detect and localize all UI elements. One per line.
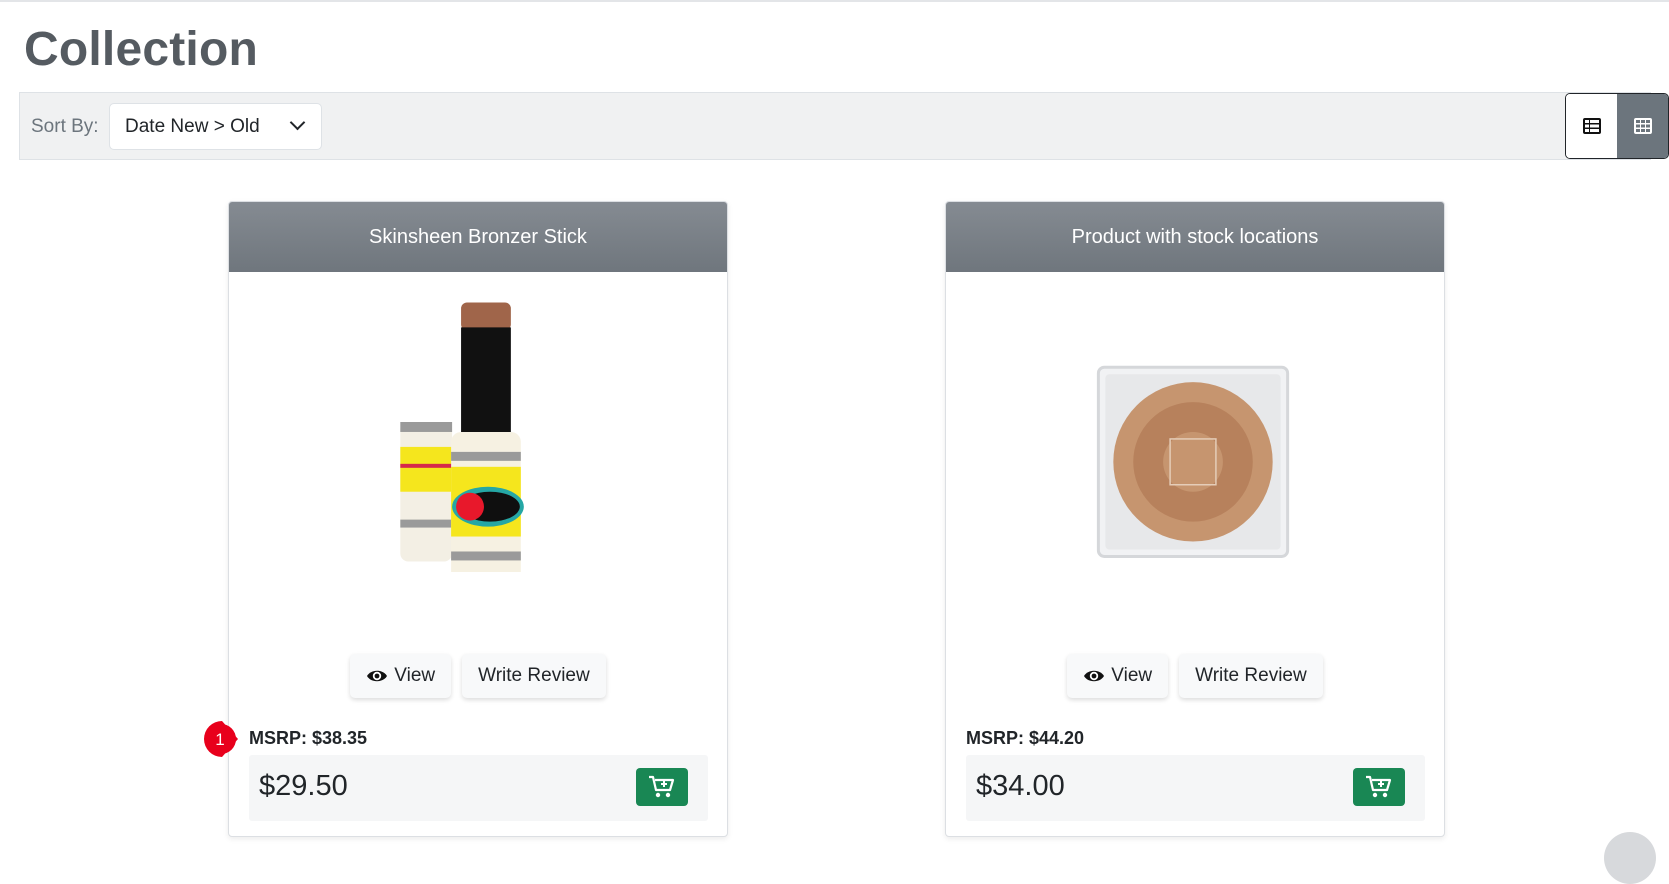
- view-label: View: [1111, 665, 1153, 686]
- write-review-button[interactable]: Write Review: [462, 654, 606, 698]
- write-review-label: Write Review: [478, 665, 590, 686]
- product-actions: View Write Review: [229, 654, 727, 698]
- sort-selected-value: Date New > Old: [125, 116, 260, 137]
- sort-label: Sort By:: [31, 116, 99, 137]
- scroll-to-top-button[interactable]: [1604, 832, 1656, 884]
- msrp-text: MSRP: $44.20: [966, 728, 1085, 748]
- page-title: Collection: [24, 23, 259, 76]
- price-value: $29.50: [259, 770, 348, 802]
- product-title[interactable]: Product with stock locations: [946, 202, 1444, 272]
- annotation-number: 1: [215, 730, 224, 749]
- eye-icon: [1084, 670, 1105, 682]
- cart-plus-icon: [649, 775, 675, 798]
- msrp-text: MSRP: $38.35: [249, 728, 368, 748]
- bronzer-stick-image[interactable]: [229, 272, 727, 572]
- product-card: Skinsheen Bronzer Stick View Write Revie…: [228, 201, 728, 837]
- write-review-button[interactable]: Write Review: [1179, 654, 1323, 698]
- add-to-cart-button[interactable]: [1353, 768, 1405, 806]
- product-title[interactable]: Skinsheen Bronzer Stick: [229, 202, 727, 272]
- view-button[interactable]: View: [1067, 654, 1169, 698]
- cart-plus-icon: [1366, 775, 1392, 798]
- price-value: $34.00: [976, 770, 1065, 802]
- chevron-down-icon: [289, 114, 306, 131]
- grid-view-icon: [1633, 118, 1652, 134]
- eye-icon: [367, 670, 388, 682]
- view-toggle-group: [1565, 93, 1669, 159]
- product-card: Product with stock locations View Write …: [945, 201, 1445, 837]
- sort-select[interactable]: Date New > Old: [109, 103, 322, 150]
- list-view-button[interactable]: [1566, 94, 1617, 158]
- product-actions: View Write Review: [946, 654, 1444, 698]
- sort-toolbar: Sort By: Date New > Old: [19, 92, 1669, 160]
- price-row: $34.00: [966, 755, 1425, 821]
- view-button[interactable]: View: [350, 654, 452, 698]
- top-divider: [0, 0, 1669, 2]
- list-view-icon: [1582, 118, 1601, 134]
- view-label: View: [394, 665, 436, 686]
- write-review-label: Write Review: [1195, 665, 1307, 686]
- price-row: $29.50: [249, 755, 708, 821]
- annotation-marker: 1: [204, 721, 238, 757]
- grid-view-button[interactable]: [1617, 94, 1668, 158]
- bronzer-compact-image[interactable]: [946, 272, 1444, 572]
- add-to-cart-button[interactable]: [636, 768, 688, 806]
